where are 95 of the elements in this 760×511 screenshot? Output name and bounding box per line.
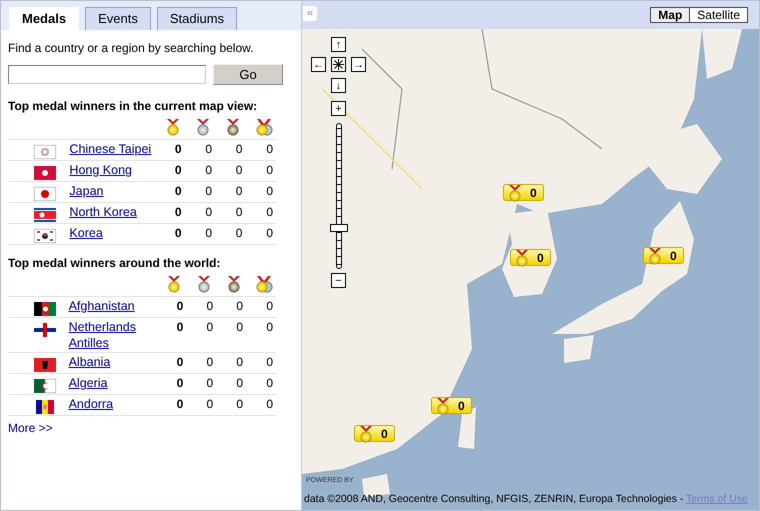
third-place-count: 0 (236, 320, 244, 334)
pan-up-button[interactable]: ↑ (331, 37, 346, 52)
second-place-count: 0 (206, 355, 214, 369)
total-count: 0 (266, 397, 273, 411)
tab[interactable]: Medals (9, 7, 80, 30)
total-count: 0 (266, 205, 273, 219)
zoom-in-button[interactable]: + (331, 101, 346, 116)
marker-count: 0 (537, 250, 544, 266)
total-count: 0 (266, 376, 273, 390)
second-place-count: 0 (206, 397, 214, 411)
second-place-count: 0 (206, 376, 214, 390)
country-link[interactable]: Netherlands Antilles (68, 319, 156, 351)
country-link[interactable]: Hong Kong (69, 162, 132, 178)
marker-count: 0 (670, 248, 677, 264)
medal-marker[interactable]: 0 (510, 249, 551, 266)
zoom-out-button[interactable]: − (331, 273, 346, 288)
second-place-count: 0 (205, 205, 212, 219)
pan-right-button[interactable]: → (351, 57, 366, 72)
afghanistan-flag-icon (34, 302, 56, 316)
second-place-count: 0 (206, 320, 214, 334)
third-place-count: 0 (236, 163, 242, 177)
total-count: 0 (266, 320, 273, 334)
total-count: 0 (266, 226, 273, 240)
second-place-count: 0 (206, 299, 214, 313)
attribution-text: data ©2008 AND, Geocentre Consulting, NFGIS, ZENRIN, Europa Technologies - (304, 493, 684, 506)
total-count: 0 (266, 299, 273, 313)
first-place-count: 0 (174, 163, 182, 177)
total-count: 0 (266, 163, 273, 177)
country-link[interactable]: North Korea (69, 204, 137, 220)
second-place-count: 0 (205, 184, 212, 198)
more-link[interactable]: More >> (8, 419, 53, 437)
marker-count: 0 (381, 426, 388, 442)
country-link[interactable]: Algeria (68, 375, 108, 391)
third-place-count: 0 (236, 397, 244, 411)
third-place-count: 0 (236, 226, 242, 240)
algeria-flag-icon (34, 378, 56, 393)
country-link[interactable]: Chinese Taipei (69, 141, 152, 157)
albania-flag-icon (34, 358, 56, 372)
medal-marker[interactable]: 0 (643, 247, 684, 264)
japan-flag-icon (34, 186, 56, 201)
second-place-count: 0 (205, 163, 212, 177)
first-place-count: 0 (176, 299, 184, 313)
andorra-flag-icon (34, 400, 56, 414)
first-place-count: 0 (176, 320, 184, 334)
first-place-count: 0 (176, 376, 184, 390)
country-link[interactable]: Andorra (68, 396, 114, 412)
tab[interactable]: Events (85, 7, 151, 30)
marker-count: 0 (530, 184, 537, 202)
go-button[interactable]: Go (213, 64, 283, 85)
total-count: 0 (266, 184, 273, 198)
antilles-flag-icon (34, 322, 56, 337)
first-place-count: 0 (176, 397, 184, 411)
section-title: Top medal winners around the world: (8, 255, 222, 272)
taiwan-flag-icon (34, 144, 56, 159)
zoom-slider[interactable] (330, 123, 348, 269)
pan-left-button[interactable]: ← (311, 57, 326, 72)
center-button[interactable] (331, 57, 346, 72)
pan-down-button[interactable]: ↓ (331, 78, 346, 93)
third-place-count: 0 (236, 205, 242, 219)
north-korea-flag-icon (34, 208, 56, 222)
hong-kong-flag-icon (34, 166, 56, 180)
zoom-handle[interactable] (330, 224, 348, 232)
map-type-button[interactable]: Satellite (689, 8, 747, 22)
marker-count: 0 (458, 398, 465, 414)
tab[interactable]: Stadiums (156, 7, 238, 30)
first-place-count: 0 (174, 205, 182, 219)
south-korea-flag-icon (34, 228, 56, 243)
medal-marker[interactable]: 0 (431, 397, 472, 414)
first-place-count: 0 (174, 184, 182, 198)
country-link[interactable]: Korea (69, 225, 103, 241)
search-hint: Find a country or a region by searching below. (8, 40, 254, 57)
first-place-count: 0 (176, 355, 184, 369)
first-place-count: 0 (174, 142, 182, 156)
first-place-count: 0 (174, 226, 182, 240)
total-count: 0 (266, 142, 273, 156)
medals-icon (255, 275, 273, 293)
collapse-button[interactable]: « (303, 6, 317, 21)
second-place-count: 0 (205, 226, 212, 240)
third-place-count: 0 (236, 299, 244, 313)
third-place-count: 0 (236, 355, 244, 369)
third-place-count: 0 (236, 142, 242, 156)
medal-marker[interactable]: 0 (354, 425, 395, 442)
second-place-count: 0 (205, 142, 212, 156)
total-count: 0 (266, 355, 273, 369)
map-type-button[interactable]: Map (651, 8, 690, 22)
country-link[interactable]: Japan (69, 183, 104, 199)
medals-icon (255, 118, 273, 136)
medal-marker[interactable]: 0 (503, 184, 544, 201)
third-place-count: 0 (236, 376, 244, 390)
center-icon (333, 59, 344, 70)
country-link[interactable]: Albania (68, 354, 110, 370)
country-link[interactable]: Afghanistan (68, 298, 135, 314)
search-field[interactable] (8, 65, 206, 84)
section-title: Top medal winners in the current map view: (8, 98, 258, 115)
third-place-count: 0 (236, 184, 242, 198)
